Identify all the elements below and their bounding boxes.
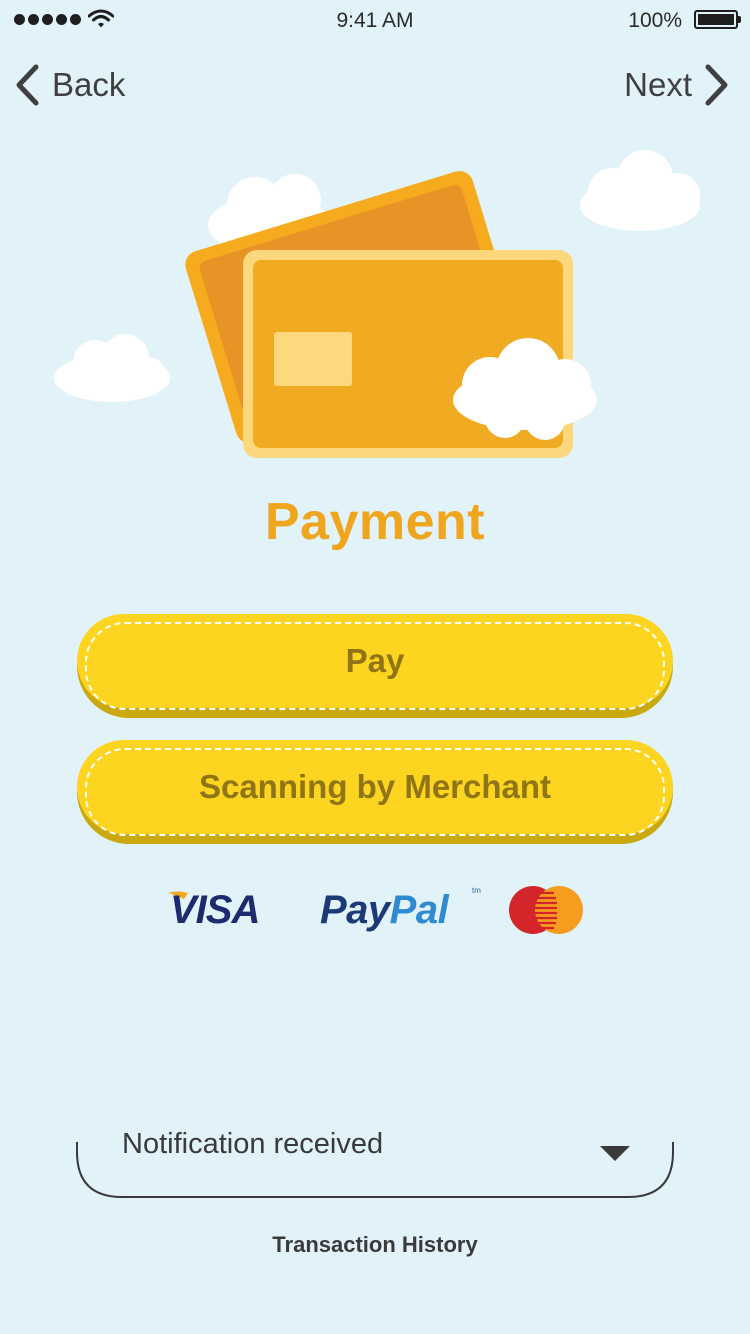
back-button[interactable]: Back (14, 60, 125, 110)
status-bar: 9:41 AM 100% (0, 0, 750, 40)
notification-selected-value: Notification received (122, 1128, 384, 1160)
next-button[interactable]: Next (624, 60, 730, 110)
scanning-by-merchant-button[interactable]: Scanning by Merchant (77, 740, 673, 844)
mastercard-logo (509, 886, 583, 934)
chevron-left-icon (16, 64, 39, 106)
scan-button-label: Scanning by Merchant (198, 768, 552, 805)
page-title: Payment (264, 493, 486, 551)
pay-button[interactable]: Pay (77, 614, 673, 718)
battery-percentage: 100% (628, 9, 682, 32)
caret-down-icon (600, 1146, 630, 1161)
next-label: Next (624, 66, 692, 103)
back-label: Back (52, 66, 126, 103)
payment-method-logos: VISA PayPal tm (0, 880, 750, 940)
cloud-icon (54, 334, 170, 402)
transaction-history-link[interactable]: Transaction History (0, 1232, 750, 1258)
chevron-right-icon (705, 64, 728, 106)
paypal-logo-pay: Pay (320, 888, 390, 932)
visa-logo: VISA (170, 888, 260, 932)
battery-icon (694, 10, 741, 29)
paypal-logo: PayPal (320, 888, 449, 933)
credit-cards-illustration (54, 150, 700, 458)
paypal-trademark: tm (472, 886, 481, 895)
pay-button-label: Pay (345, 642, 405, 679)
cloud-icon (580, 150, 700, 231)
notification-dropdown[interactable]: Notification received (76, 1118, 674, 1198)
paypal-logo-pal: Pal (389, 888, 449, 932)
